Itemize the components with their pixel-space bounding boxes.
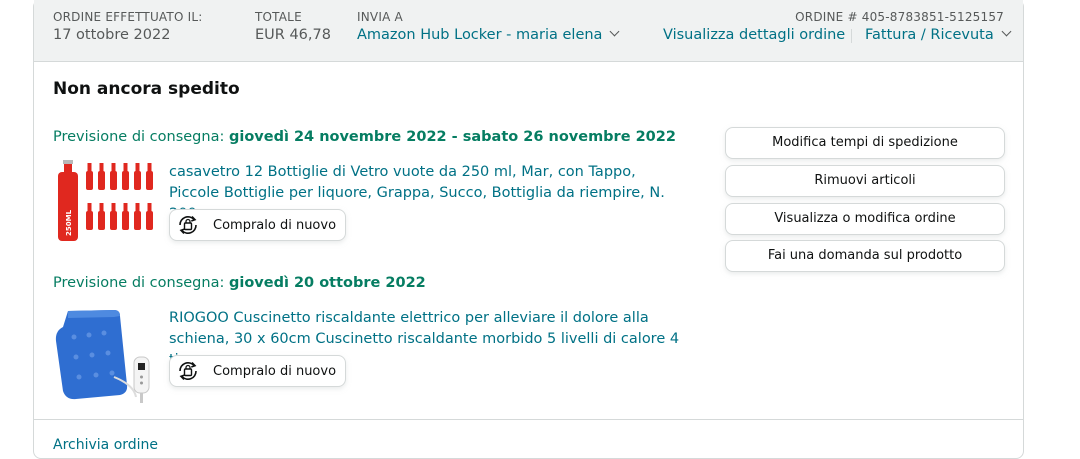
delivery-label: Previsione di consegna: <box>53 275 225 291</box>
invoice-link: Fattura / Ricevuta <box>865 27 994 43</box>
product-image-heating-pad[interactable] <box>54 307 159 405</box>
buy-again-label: Compralo di nuovo <box>213 217 337 233</box>
order-number: ORDINE # 405-8783851-5125157 <box>795 10 1004 24</box>
buy-again-button[interactable]: Compralo di nuovo <box>169 355 346 387</box>
ship-to-value: Amazon Hub Locker - maria elena <box>357 27 603 43</box>
invoice-dropdown[interactable]: Fattura / Ricevuta <box>865 26 1012 43</box>
ship-to-dropdown[interactable]: Amazon Hub Locker - maria elena <box>357 26 620 43</box>
delivery-date: giovedì 24 novembre 2022 - sabato 26 nov… <box>228 129 676 145</box>
delivery-label: Previsione di consegna: <box>53 129 225 145</box>
remove-items-button[interactable]: Rimuovi articoli <box>725 165 1005 197</box>
buy-again-label: Compralo di nuovo <box>213 363 337 379</box>
buy-again-icon <box>173 210 203 240</box>
order-details-link[interactable]: Visualizza dettagli ordine <box>663 27 845 43</box>
shipment-status: Non ancora spedito <box>53 79 240 99</box>
heating-pad-image <box>55 310 150 403</box>
bottle-label: 250ML <box>65 209 73 236</box>
delivery-estimate: Previsione di consegna: giovedì 24 novem… <box>53 129 676 145</box>
bottles-image: 250ML <box>58 160 153 241</box>
ship-to-label: INVIA A <box>357 10 403 24</box>
archive-order-link[interactable]: Archivia ordine <box>53 437 158 453</box>
change-shipping-speed-button[interactable]: Modifica tempi di spedizione <box>725 127 1005 159</box>
order-header: ORDINE EFFETTUATO IL: 17 ottobre 2022 TO… <box>34 0 1023 62</box>
order-total-value: EUR 46,78 <box>255 27 331 43</box>
buy-again-button[interactable]: Compralo di nuovo <box>169 209 346 241</box>
order-date-label: ORDINE EFFETTUATO IL: <box>53 10 203 24</box>
view-edit-order-button[interactable]: Visualizza o modifica ordine <box>725 203 1005 235</box>
order-total-label: TOTALE <box>255 10 302 24</box>
header-divider <box>851 29 852 43</box>
order-card: ORDINE EFFETTUATO IL: 17 ottobre 2022 TO… <box>33 0 1024 459</box>
product-image-bottles[interactable]: 250ML <box>54 158 159 248</box>
buy-again-icon <box>173 356 203 386</box>
delivery-estimate: Previsione di consegna: giovedì 20 ottob… <box>53 275 426 291</box>
chevron-down-icon <box>610 26 620 37</box>
footer-divider <box>34 419 1023 420</box>
order-date-value: 17 ottobre 2022 <box>53 27 171 43</box>
delivery-date: giovedì 20 ottobre 2022 <box>228 275 426 291</box>
ask-product-question-button[interactable]: Fai una domanda sul prodotto <box>725 240 1005 272</box>
chevron-down-icon <box>1001 26 1012 37</box>
